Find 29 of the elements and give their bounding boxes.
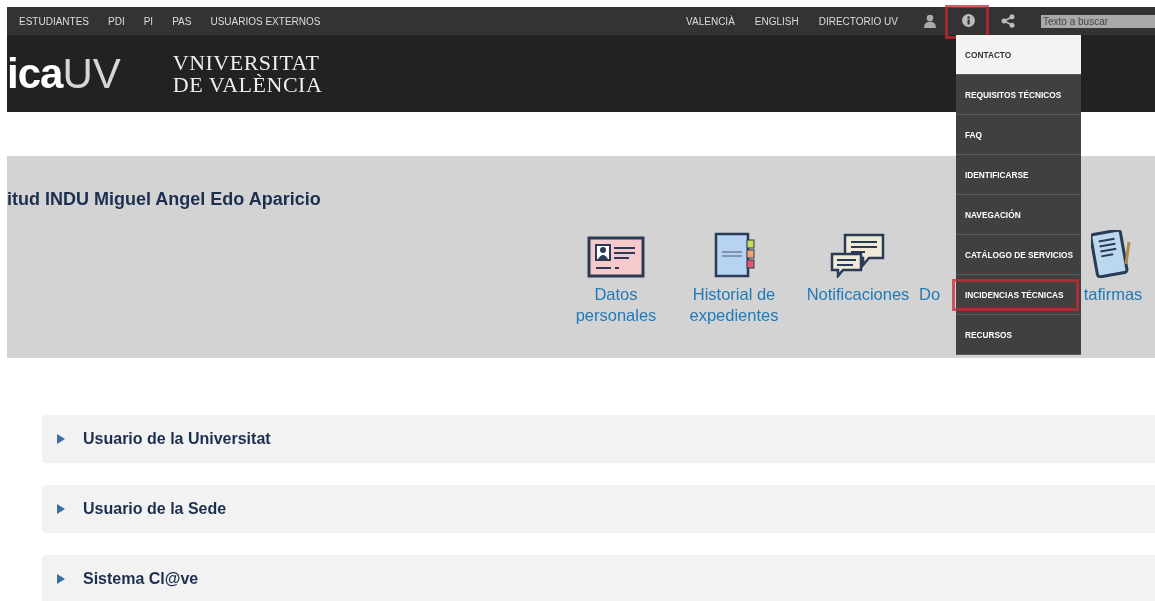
menu-item[interactable]: INCIDENCIAS TÉCNICAS [956, 275, 1081, 315]
nav-link[interactable]: VALENCIÀ [686, 15, 735, 27]
id-card-icon[interactable] [587, 236, 645, 278]
menu-item[interactable]: FAQ [956, 115, 1081, 155]
menu-item[interactable]: IDENTIFICARSE [956, 155, 1081, 195]
menu-item[interactable]: CATÁLOGO DE SERVICIOS [956, 235, 1081, 275]
accordion-header[interactable]: Sistema Cl@ve [42, 555, 1155, 601]
menu-item[interactable]: NAVEGACIÓN [956, 195, 1081, 235]
page-title: itud INDU Miguel Angel Edo Aparicio [7, 189, 321, 210]
chat-bubbles-icon[interactable] [829, 232, 887, 278]
nav-link[interactable]: DIRECTORIO UV [818, 15, 898, 27]
app-logo: icaUV [7, 52, 121, 95]
share-icon[interactable] [1001, 14, 1015, 28]
menu-item[interactable]: REQUISITOS TÉCNICOS [956, 75, 1081, 115]
search-field[interactable]: Texto a buscar [1041, 14, 1155, 28]
nav-link[interactable]: PDI [108, 15, 125, 27]
accordion-header[interactable]: Usuario de la Sede [42, 485, 1155, 533]
nav-link[interactable]: USUARIOS EXTERNOS [210, 15, 321, 27]
notebook-icon[interactable] [712, 232, 756, 278]
info-icon[interactable] [962, 13, 975, 27]
nav-link[interactable]: ESTUDIANTES [19, 15, 89, 27]
user-icon[interactable] [924, 14, 936, 28]
nav-link[interactable]: ENGLISH [754, 15, 799, 27]
university-logo: VNIVERSITAT DE VALÈNCIA [172, 51, 323, 96]
nav-link[interactable]: PI [143, 15, 154, 27]
menu-item[interactable]: RECURSOS [956, 315, 1081, 355]
menu-item[interactable]: CONTACTO [956, 35, 1081, 75]
accordion-header[interactable]: Usuario de la Universitat [42, 415, 1155, 463]
nav-link[interactable]: PAS [172, 15, 192, 27]
